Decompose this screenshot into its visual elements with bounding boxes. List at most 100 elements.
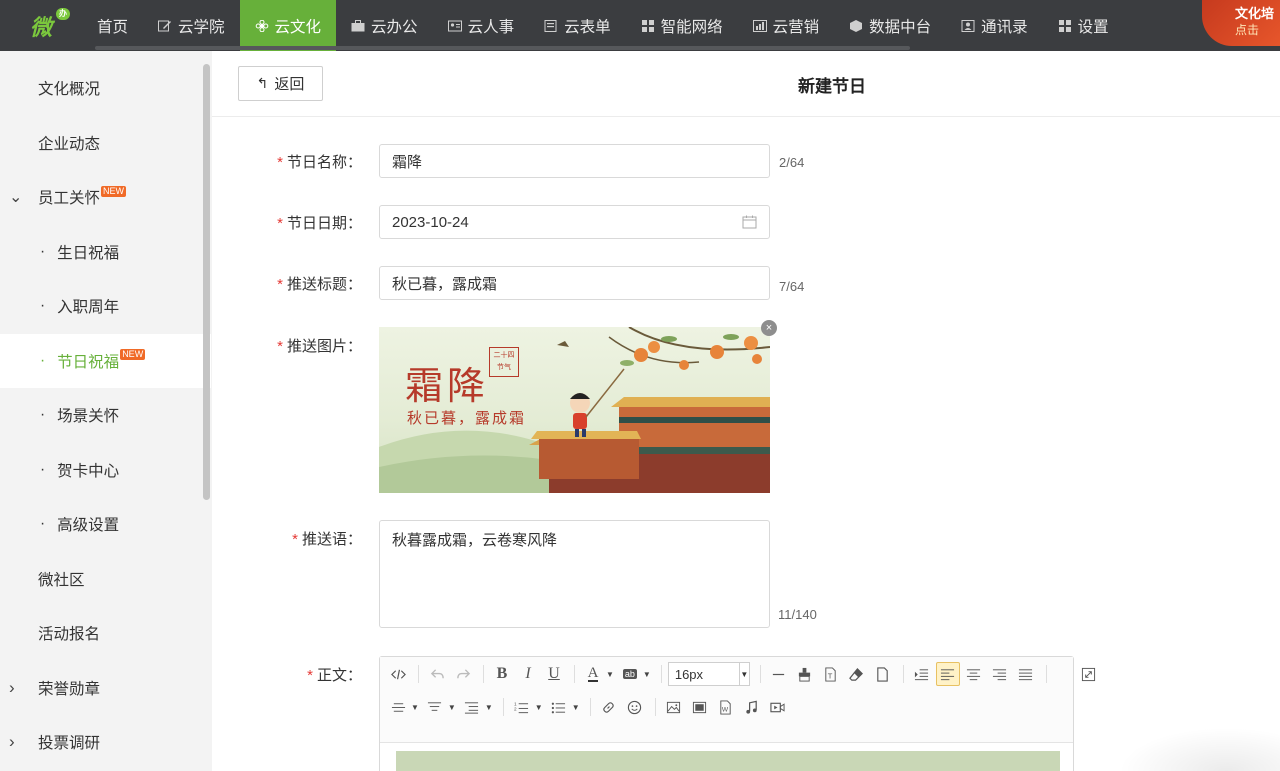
- back-button[interactable]: ↰ 返回: [238, 66, 323, 101]
- sidebar-item-3[interactable]: · 生日祝福: [0, 225, 211, 280]
- grid-icon: [641, 19, 655, 32]
- music-icon[interactable]: [740, 695, 764, 719]
- new-badge: NEW: [101, 185, 127, 197]
- sidebar-item-0[interactable]: 文化概况: [0, 61, 211, 116]
- promo-banner[interactable]: 文化培 点击: [1202, 0, 1280, 46]
- chevron-down-icon[interactable]: ▼: [535, 703, 543, 712]
- word-doc-icon[interactable]: W: [714, 695, 738, 719]
- nav-item-label: 首页: [97, 18, 129, 36]
- chevron-down-icon[interactable]: ▼: [448, 703, 456, 712]
- underline-icon[interactable]: U: [542, 662, 566, 686]
- line-height-icon[interactable]: [386, 695, 410, 719]
- push-image-preview[interactable]: 霜降 二十四 节气 秋已暮，露成霜: [379, 327, 770, 493]
- holiday-name-input[interactable]: 霜降: [379, 144, 770, 178]
- sidebar-item-label: 投票调研: [38, 735, 101, 753]
- holiday-date-picker[interactable]: 2023-10-24: [379, 205, 770, 239]
- nav-item-2[interactable]: 云文化: [239, 0, 337, 51]
- sidebar-item-5[interactable]: · 节日祝福 NEW: [0, 333, 211, 388]
- chevron-down-icon[interactable]: ▼: [606, 670, 614, 679]
- cube-icon: [849, 19, 863, 32]
- nav-item-7[interactable]: 云营销: [738, 0, 835, 51]
- sidebar-item-11[interactable]: › 荣誉勋章: [0, 661, 211, 716]
- chevron-down-icon[interactable]: ⌄: [9, 187, 22, 207]
- align-center-icon[interactable]: [962, 662, 986, 686]
- chevron-down-icon[interactable]: ▼: [485, 703, 493, 712]
- chevron-down-icon: ▼: [738, 663, 749, 685]
- align-justify-icon[interactable]: [1014, 662, 1038, 686]
- rich-text-editor[interactable]: B I U A ▼ ab ▼ 16px ▼ T ▼ ▼ ▼ 1 2 ▼ ▼ W: [379, 656, 1096, 771]
- image-icon[interactable]: [662, 695, 686, 719]
- align-right-icon[interactable]: [988, 662, 1012, 686]
- video-icon[interactable]: [766, 695, 790, 719]
- name-label: * 节日名称：: [277, 154, 362, 171]
- nav-item-3[interactable]: 云办公: [336, 0, 433, 51]
- nav-item-10[interactable]: 设置: [1043, 0, 1124, 51]
- grid-icon: [1058, 19, 1072, 32]
- contact-icon: [961, 19, 975, 32]
- nav-item-label: 设置: [1077, 18, 1109, 36]
- chevron-right-icon[interactable]: ›: [9, 732, 15, 752]
- sidebar-item-2[interactable]: ⌄ 员工关怀 NEW: [0, 170, 211, 225]
- nav-item-6[interactable]: 智能网络: [626, 0, 738, 51]
- push-text-textarea[interactable]: 秋暮露成霜，云卷寒风降: [379, 520, 770, 628]
- source-code-icon[interactable]: [386, 662, 410, 686]
- image-subtitle: 秋已暮，露成霜: [407, 409, 527, 427]
- blank-page-icon[interactable]: [871, 662, 895, 686]
- font-size-select[interactable]: 16px ▼: [667, 662, 750, 686]
- sidebar-item-6[interactable]: · 场景关怀: [0, 388, 211, 443]
- sidebar-scrollbar[interactable]: [203, 64, 210, 500]
- bullet-list-icon[interactable]: [547, 695, 571, 719]
- editor-toolbar: B I U A ▼ ab ▼ 16px ▼ T ▼ ▼ ▼ 1 2 ▼ ▼ W: [380, 657, 1096, 743]
- remove-image-icon[interactable]: ×: [761, 320, 777, 336]
- undo-icon[interactable]: [425, 662, 449, 686]
- push-title-input[interactable]: 秋已暮，露成霜: [379, 266, 770, 300]
- main-content: ↰ 返回 新建节日 * 节日名称： 霜降 2/64 * 节日日期： 2023-10-…: [212, 51, 1280, 771]
- nav-item-0[interactable]: 首页: [82, 0, 143, 51]
- sidebar-item-1[interactable]: 企业动态: [0, 116, 211, 171]
- format-painter-icon[interactable]: [793, 662, 817, 686]
- sidebar-item-label: 员工关怀: [38, 190, 101, 208]
- text-format-icon[interactable]: T: [819, 662, 843, 686]
- nav-item-label: 通讯录: [981, 18, 1028, 36]
- nav-item-8[interactable]: 数据中台: [834, 0, 946, 51]
- align-left-icon[interactable]: [935, 662, 960, 686]
- svg-text:T: T: [828, 671, 833, 680]
- page-title: 新建节日: [798, 77, 866, 96]
- link-icon[interactable]: [597, 695, 621, 719]
- chevron-down-icon[interactable]: ▼: [411, 703, 419, 712]
- nav-item-1[interactable]: 云学院: [143, 0, 240, 51]
- chevron-down-icon[interactable]: ▼: [572, 703, 580, 712]
- nav-item-label: 云学院: [178, 18, 225, 36]
- sidebar-item-12[interactable]: › 投票调研: [0, 715, 211, 770]
- form-icon: [544, 19, 558, 32]
- text-indent-icon[interactable]: [460, 695, 484, 719]
- chevron-down-icon[interactable]: ▼: [643, 670, 651, 679]
- horizontal-rule-icon[interactable]: [767, 662, 791, 686]
- app-logo[interactable]: 微办: [0, 0, 82, 51]
- eraser-icon[interactable]: [845, 662, 869, 686]
- redo-icon[interactable]: [451, 662, 475, 686]
- font-color-icon[interactable]: A: [581, 662, 605, 686]
- nav-item-5[interactable]: 云表单: [529, 0, 626, 51]
- nav-scrollbar[interactable]: [95, 46, 910, 50]
- bold-icon[interactable]: B: [490, 662, 514, 686]
- sidebar-item-10[interactable]: 活动报名: [0, 606, 211, 661]
- sidebar-item-7[interactable]: · 贺卡中心: [0, 443, 211, 498]
- chevron-right-icon[interactable]: ›: [9, 678, 15, 698]
- multi-image-icon[interactable]: [688, 695, 712, 719]
- nav-item-4[interactable]: 云人事: [433, 0, 530, 51]
- indent-icon[interactable]: [910, 662, 934, 686]
- sidebar-item-9[interactable]: 微社区: [0, 552, 211, 607]
- ordered-list-icon[interactable]: 12: [510, 695, 534, 719]
- sidebar-item-4[interactable]: · 入职周年: [0, 279, 211, 334]
- highlight-color-icon[interactable]: ab: [618, 662, 642, 686]
- editor-content-image[interactable]: [396, 751, 1060, 771]
- required-mark: *: [277, 338, 283, 355]
- paragraph-spacing-icon[interactable]: [423, 695, 447, 719]
- emoji-icon[interactable]: [623, 695, 647, 719]
- sidebar-item-8[interactable]: · 高级设置: [0, 497, 211, 552]
- nav-item-9[interactable]: 通讯录: [946, 0, 1043, 51]
- fullscreen-icon[interactable]: [1077, 662, 1101, 686]
- italic-icon[interactable]: I: [516, 662, 540, 686]
- required-mark: *: [277, 215, 283, 232]
